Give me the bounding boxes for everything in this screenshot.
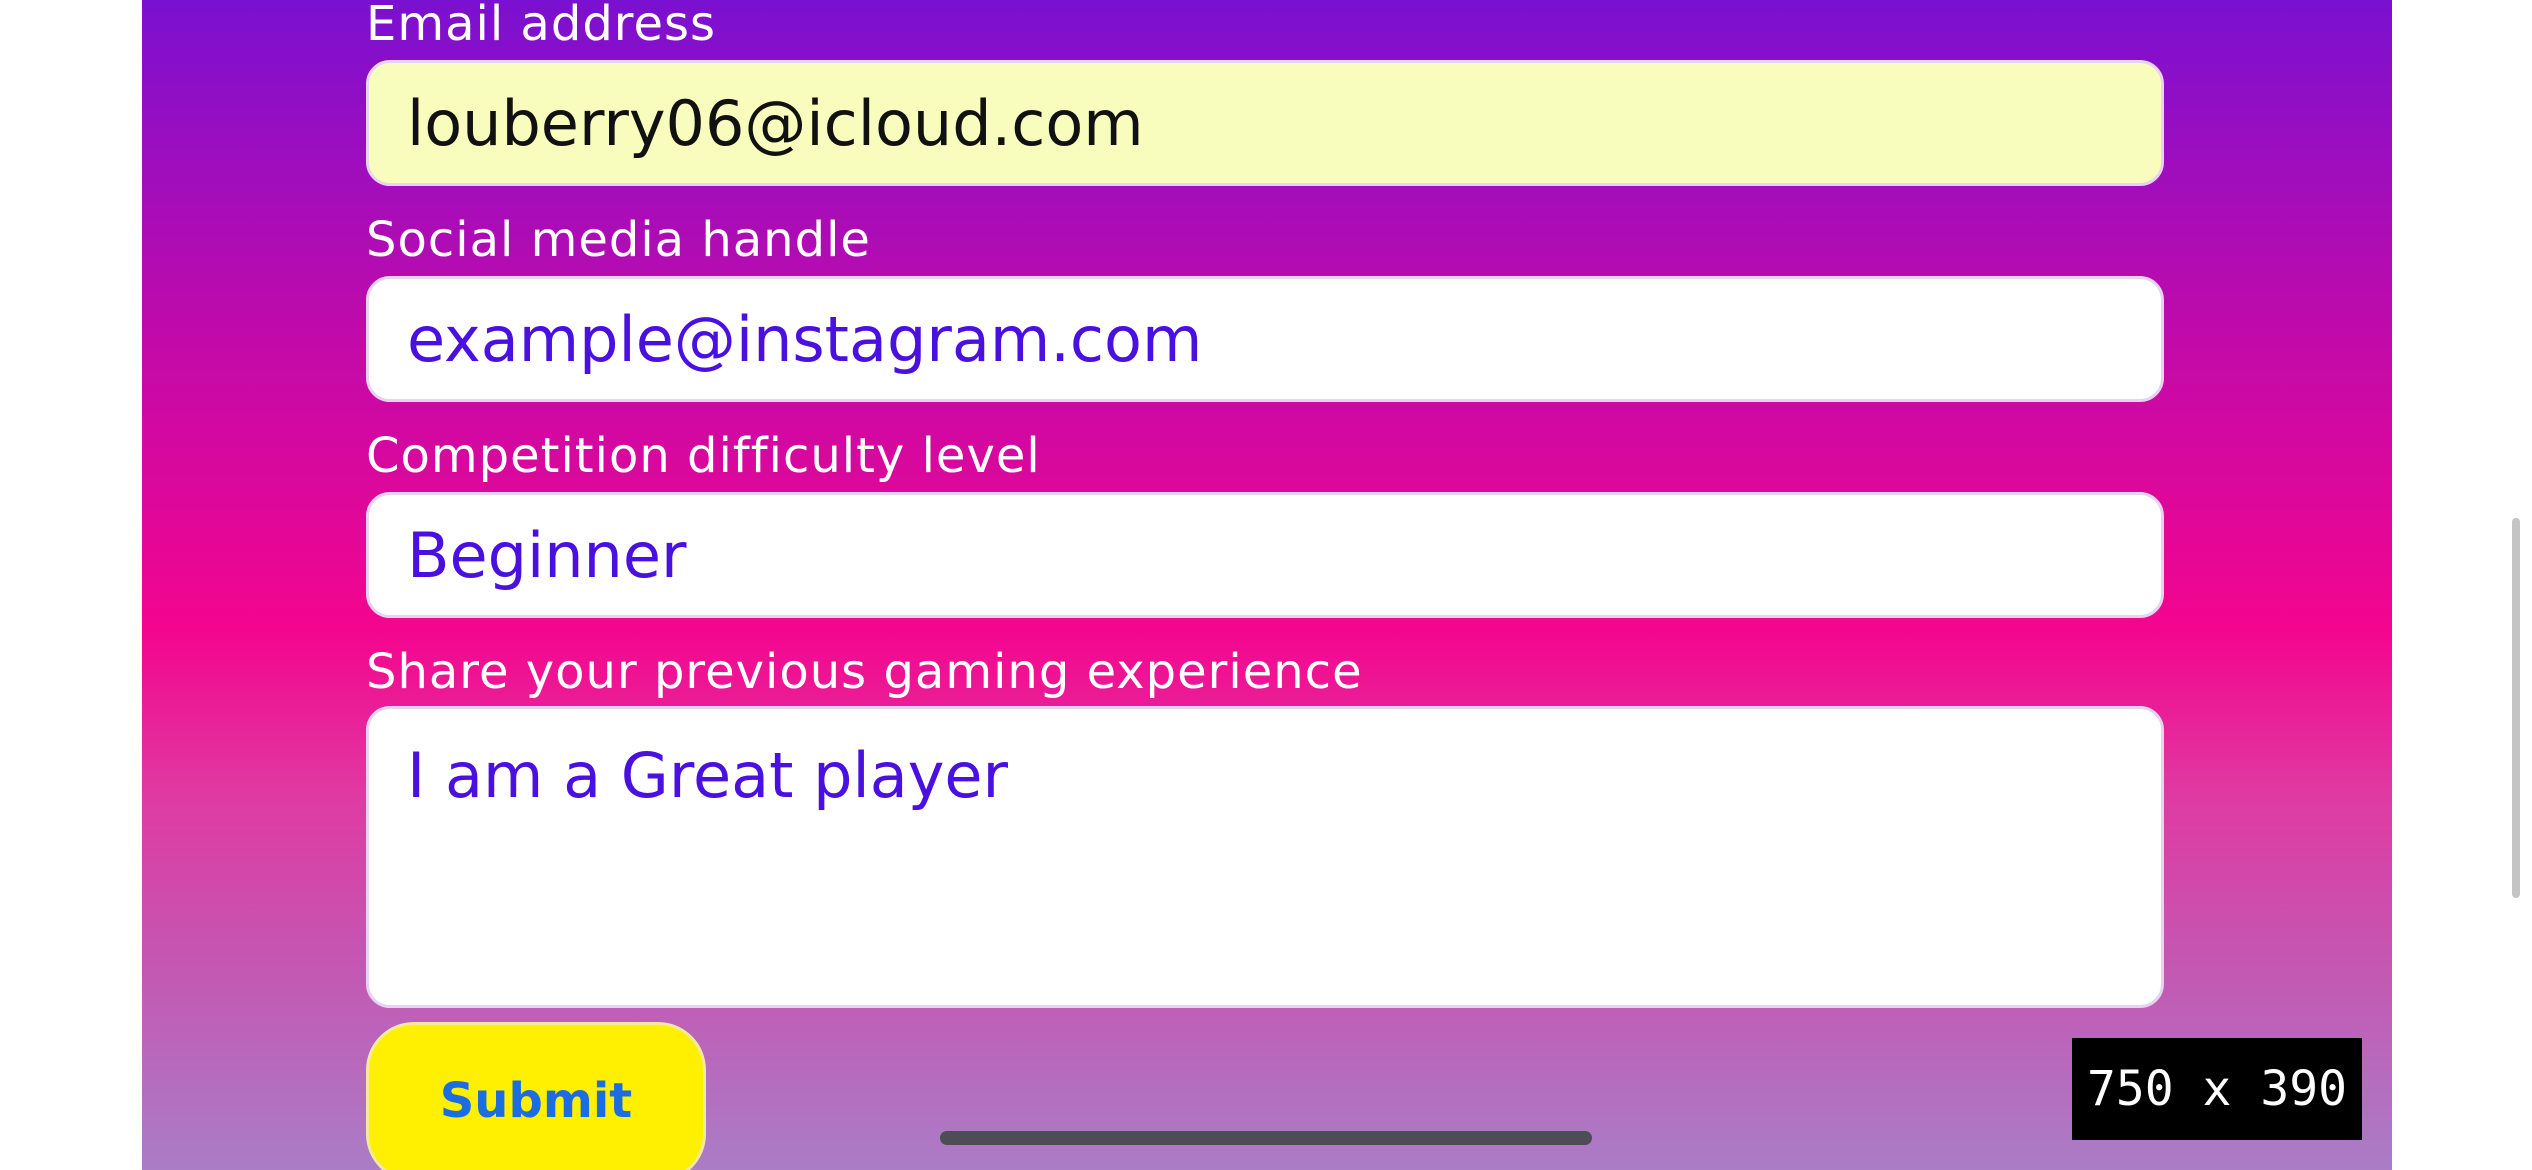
social-handle-label: Social media handle [366, 212, 871, 268]
difficulty-select[interactable]: Beginner [366, 492, 2164, 618]
viewport-size-badge: 750 x 390 [2072, 1038, 2362, 1140]
submit-button[interactable]: Submit [366, 1022, 706, 1170]
email-label: Email address [366, 0, 717, 52]
experience-label: Share your previous gaming experience [366, 644, 1363, 700]
social-handle-field[interactable]: example@instagram.com [366, 276, 2164, 402]
difficulty-label: Competition difficulty level [366, 428, 1041, 484]
experience-textarea[interactable]: I am a Great player [366, 706, 2164, 1008]
home-indicator[interactable] [940, 1131, 1592, 1145]
vertical-scrollbar[interactable] [2512, 518, 2520, 898]
email-field[interactable]: louberry06@icloud.com [366, 60, 2164, 186]
